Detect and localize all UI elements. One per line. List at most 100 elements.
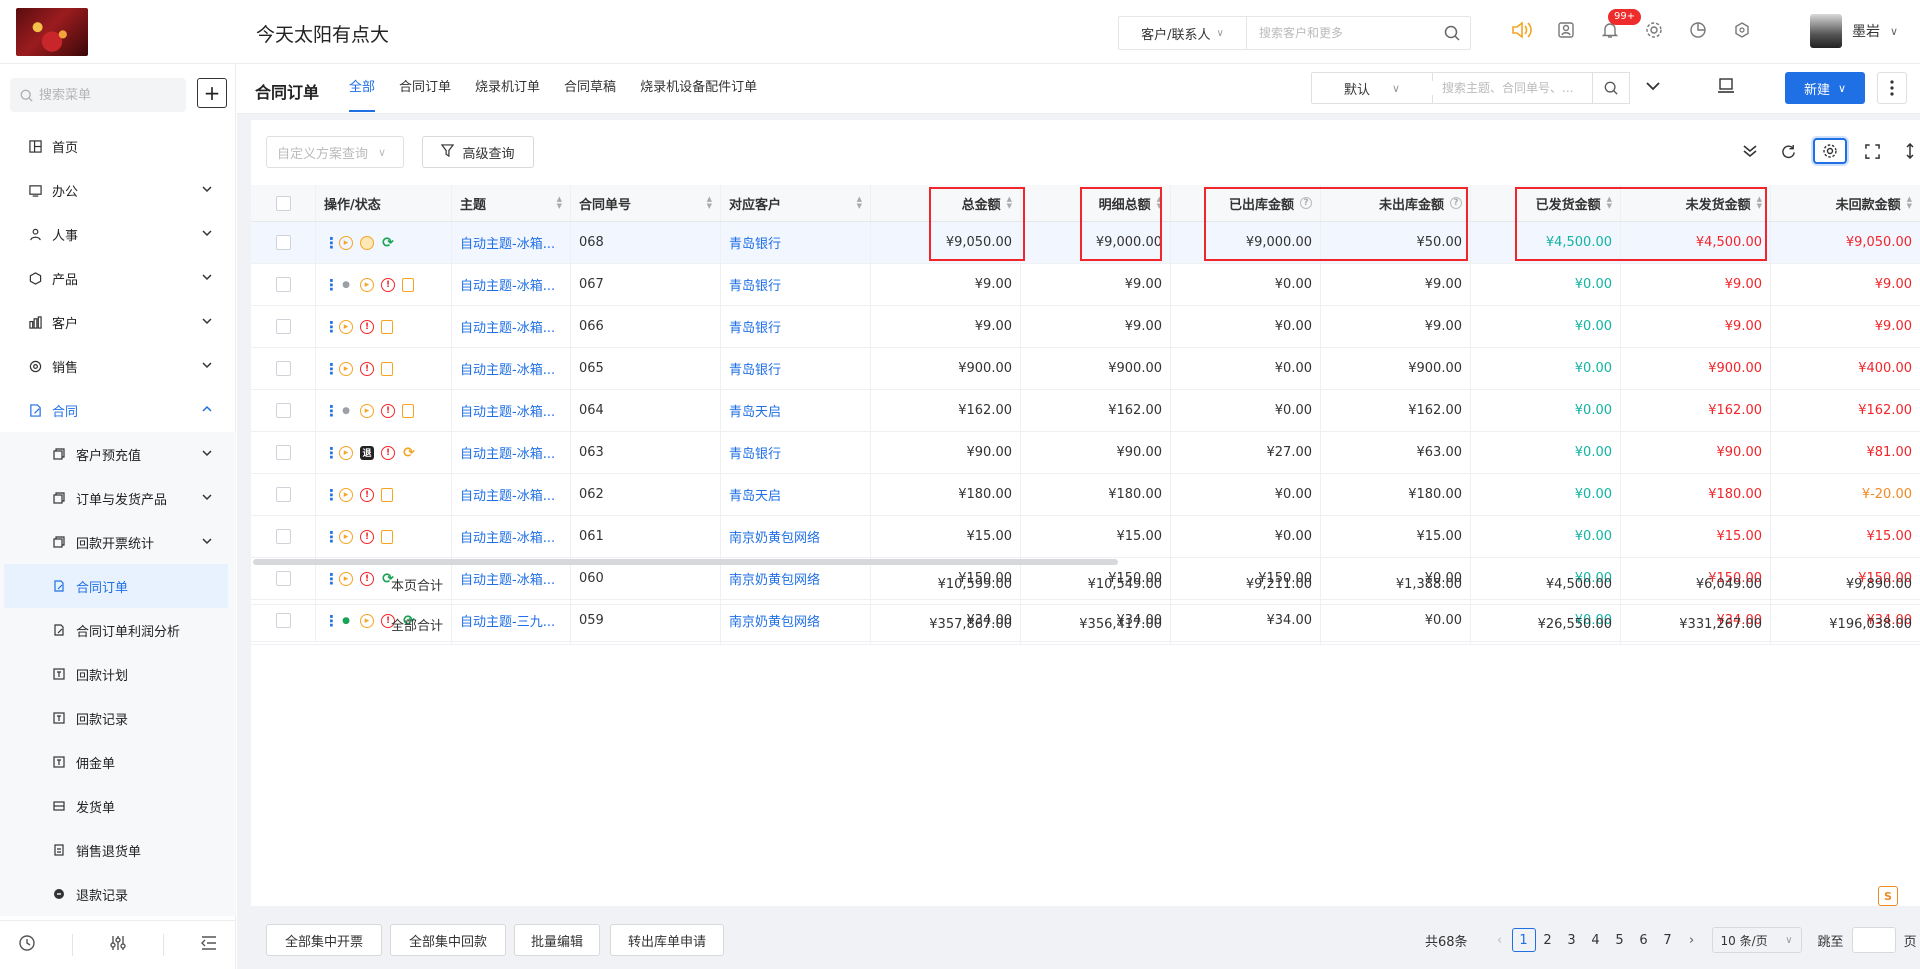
tab-contract-drafts[interactable]: 合同草稿 (552, 64, 628, 114)
subject-link[interactable]: 自动主题-冰箱... (452, 348, 571, 389)
document-icon[interactable] (381, 361, 393, 376)
customer-link[interactable]: 青岛天启 (721, 474, 871, 515)
more-actions-icon[interactable]: ⋮ (324, 318, 339, 336)
bell-icon[interactable]: 99+ (1598, 9, 1642, 42)
subject-link[interactable]: 自动主题-冰箱... (452, 264, 571, 305)
page-button[interactable]: 3 (1560, 928, 1584, 952)
status-play-icon[interactable]: ▸ (339, 319, 353, 334)
sort-icon[interactable]: ▲ ▼ (557, 196, 562, 210)
customer-link[interactable]: 青岛银行 (721, 264, 871, 305)
row-checkbox[interactable] (275, 235, 291, 250)
help-icon[interactable]: ? (1300, 197, 1312, 209)
gear-icon[interactable] (1642, 18, 1666, 42)
more-actions-icon[interactable]: ⋮ (324, 402, 339, 420)
sidebar-item-sales[interactable]: 销售 (0, 344, 236, 388)
select-all-checkbox[interactable] (275, 195, 291, 211)
menu-search-input[interactable] (39, 87, 169, 103)
batch-edit-button[interactable]: 批量编辑 (514, 924, 600, 956)
header-no-cell[interactable]: 合同单号 ▲ ▼ (571, 185, 721, 221)
sort-icon[interactable]: ▲ ▼ (857, 196, 862, 210)
page-size-select[interactable]: 10 条/页 ∨ (1711, 927, 1802, 953)
row-checkbox[interactable] (275, 403, 291, 418)
customer-link[interactable]: 青岛银行 (721, 306, 871, 347)
sidebar-item-home[interactable]: 首页 (0, 124, 236, 168)
sidebar-item-customer[interactable]: 客户 (0, 300, 236, 344)
sidebar-item-order-products[interactable]: 订单与发货产品 (0, 476, 236, 520)
more-actions-icon[interactable]: ⋮ (324, 486, 339, 504)
jump-input[interactable] (1851, 927, 1896, 953)
document-icon[interactable] (381, 487, 393, 502)
warning-icon[interactable]: ! (360, 319, 374, 334)
custom-scheme-select[interactable]: 自定义方案查询 ∨ (266, 136, 404, 168)
column-settings-icon[interactable] (1813, 138, 1847, 164)
bulk-invoice-button[interactable]: 全部集中开票 (266, 924, 382, 956)
advanced-query-button[interactable]: 高级查询 (422, 136, 534, 168)
speaker-icon[interactable] (1510, 18, 1534, 42)
header-subject-cell[interactable]: 主题 ▲ ▼ (452, 185, 571, 221)
outbound-request-button[interactable]: 转出库单申请 (610, 924, 724, 956)
chevron-right-icon[interactable]: › (1680, 933, 1704, 948)
more-actions-icon[interactable]: ⋮ (324, 234, 339, 252)
row-checkbox[interactable] (275, 361, 291, 376)
table-row[interactable]: ⋮ ● ▸! 自动主题-冰箱... 064 青岛天启 ¥162.00 ¥162.00 ¥0.00… (251, 390, 1920, 432)
new-button[interactable]: 新建 ∨ (1785, 72, 1865, 104)
more-actions-icon[interactable]: ⋮ (324, 528, 339, 546)
row-checkbox[interactable] (275, 277, 291, 292)
collapse-menu-icon[interactable] (200, 934, 218, 956)
header-customer-cell[interactable]: 对应客户 ▲ ▼ (721, 185, 871, 221)
table-row[interactable]: ⋮ ● ▸! 自动主题-冰箱... 067 青岛银行 ¥9.00 ¥9.00 ¥0.00 ¥9.0… (251, 264, 1920, 306)
sidebar-item-delivery[interactable]: 发货单 (0, 784, 236, 828)
page-button[interactable]: 7 (1656, 928, 1680, 952)
sidebar-item-payment-records[interactable]: 回款记录 (0, 696, 236, 740)
history-icon[interactable] (18, 934, 36, 956)
sort-icon[interactable]: ▲ ▼ (1157, 196, 1162, 210)
more-actions-icon[interactable]: ⋮ (324, 276, 339, 294)
sidebar-item-product[interactable]: 产品 (0, 256, 236, 300)
sidebar-item-invoice-stats[interactable]: 回款开票统计 (0, 520, 236, 564)
warning-icon[interactable]: ! (381, 277, 395, 292)
tab-burner-orders[interactable]: 烧录机订单 (463, 64, 552, 114)
document-icon[interactable] (402, 403, 414, 418)
status-play-icon[interactable]: ▸ (339, 445, 353, 460)
pie-chart-icon[interactable] (1686, 18, 1710, 42)
help-icon[interactable]: ? (1450, 197, 1462, 209)
table-row[interactable]: ⋮ ▸! 自动主题-冰箱... 066 青岛银行 ¥9.00 ¥9.00 ¥0.00 ¥9.00… (251, 306, 1920, 348)
more-vertical-icon[interactable] (1877, 72, 1907, 104)
coin-icon[interactable] (360, 235, 374, 250)
list-search-input[interactable] (1432, 81, 1592, 95)
tab-contract-orders[interactable]: 合同订单 (387, 64, 463, 114)
status-play-icon[interactable]: ▸ (360, 403, 374, 418)
status-play-icon[interactable]: ▸ (360, 277, 374, 292)
search-scope-select[interactable]: 客户/联系人 ∨ (1119, 17, 1247, 49)
table-row[interactable]: ⋮ ▸! 自动主题-冰箱... 062 青岛天启 ¥180.00 ¥180.00 ¥0.00 ¥… (251, 474, 1920, 516)
user-menu[interactable]: 墨岩 ∨ (1810, 14, 1898, 48)
refresh-icon[interactable] (1775, 138, 1801, 164)
bulk-payment-button[interactable]: 全部集中回款 (390, 924, 506, 956)
view-select[interactable]: 默认 ∨ (1311, 72, 1433, 104)
sort-icon[interactable]: ▲ ▼ (1007, 196, 1012, 210)
sliders-icon[interactable] (109, 934, 127, 956)
sogou-ime-icon[interactable]: S (1878, 886, 1898, 906)
subject-link[interactable]: 自动主题-冰箱... (452, 222, 571, 263)
row-checkbox[interactable] (275, 445, 291, 460)
return-icon[interactable]: 退 (360, 445, 374, 460)
chevron-left-icon[interactable]: ‹ (1488, 933, 1512, 948)
person-icon[interactable]: ● (339, 404, 353, 418)
status-play-icon[interactable]: ▸ (339, 235, 353, 250)
customer-link[interactable]: 青岛银行 (721, 222, 871, 263)
table-row[interactable]: ⋮ ▸ 退! ⟳ 自动主题-冰箱... 063 青岛银行 ¥90.00 ¥90.00 ¥27.00… (251, 432, 1920, 474)
sort-icon[interactable]: ▲ ▼ (1757, 196, 1762, 210)
row-checkbox[interactable] (275, 487, 291, 502)
warning-icon[interactable]: ! (360, 529, 374, 544)
sort-icon[interactable]: ▲ ▼ (1607, 196, 1612, 210)
contacts-icon[interactable] (1554, 18, 1578, 42)
subject-link[interactable]: 自动主题-冰箱... (452, 306, 571, 347)
table-row[interactable]: ⋮ ▸! 自动主题-冰箱... 061 南京奶黄包网络 ¥15.00 ¥15.00 ¥0.00… (251, 516, 1920, 558)
chevron-down-icon[interactable] (1645, 78, 1661, 98)
status-play-icon[interactable]: ▸ (339, 487, 353, 502)
customer-link[interactable]: 南京奶黄包网络 (721, 516, 871, 557)
sidebar-item-sales-return[interactable]: 销售退货单 (0, 828, 236, 872)
global-search-input[interactable] (1247, 17, 1434, 49)
subject-link[interactable]: 自动主题-冰箱... (452, 516, 571, 557)
page-button[interactable]: 1 (1511, 928, 1536, 952)
